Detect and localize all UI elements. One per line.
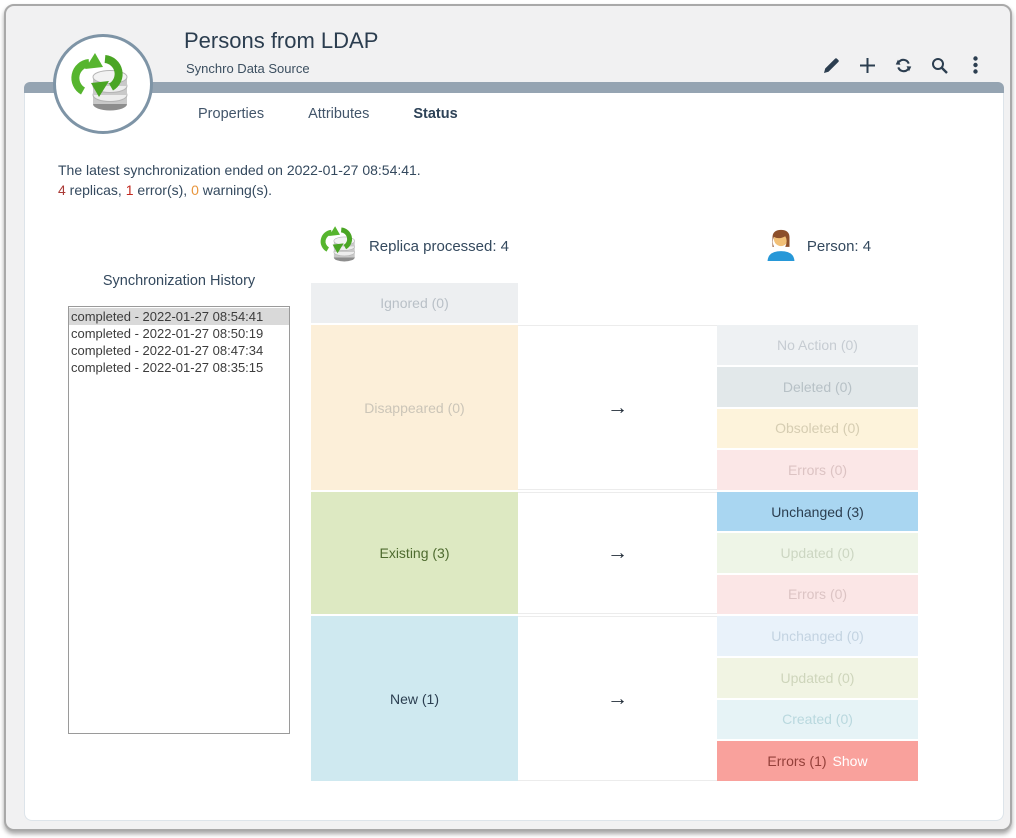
replica-disappeared-cell: Disappeared (0) [311,325,518,490]
toolbar [818,52,988,78]
page-subtitle: Synchro Data Source [186,61,310,76]
synchro-datasource-icon [70,51,136,118]
tab-bar: Properties Attributes Status [176,98,480,130]
app-window: Persons from LDAP Synchro Data Source [4,4,1012,831]
target-deleted-cell: Deleted (0) [717,367,918,407]
arrow-existing: → [518,492,717,614]
replica-ignored-cell: Ignored (0) [311,283,518,323]
replica-column-header: Replica processed: 4 [311,222,518,270]
errors-label: error(s), [134,182,192,198]
replicas-count: 4 [58,182,66,198]
target-errors-cell: Errors (1) Show [717,741,918,781]
history-listbox[interactable]: completed - 2022-01-27 08:54:41 complete… [68,306,290,734]
add-plus-icon[interactable] [854,52,880,78]
errors-count: 1 [126,182,134,198]
tab-attributes[interactable]: Attributes [286,98,391,130]
existing-targets: Unchanged (3) Updated (0) Errors (0) [717,492,918,614]
history-item[interactable]: completed - 2022-01-27 08:47:34 [69,342,289,359]
edit-pencil-icon[interactable] [818,52,844,78]
target-unchanged-cell: Unchanged (3) [717,492,918,531]
history-title: Synchronization History [68,273,290,289]
history-item[interactable]: completed - 2022-01-27 08:50:19 [69,325,289,342]
warnings-label: warning(s). [199,182,272,198]
disappeared-targets: No Action (0) Deleted (0) Obsoleted (0) … [717,325,918,490]
right-arrow-icon: → [607,687,628,711]
refresh-icon[interactable] [890,52,916,78]
target-unchanged-cell: Unchanged (0) [717,616,918,656]
search-icon[interactable] [926,52,952,78]
target-created-cell: Created (0) [717,700,918,740]
person-icon [764,224,798,268]
arrow-disappeared: → [518,325,717,490]
replica-new-cell: New (1) [311,616,518,781]
person-count-label: Person: 4 [807,238,871,255]
errors-label: Errors (1) [767,753,826,769]
replica-existing-cell: Existing (3) [311,492,518,614]
target-obsoleted-cell: Obsoleted (0) [717,409,918,449]
sync-counts-line: 4 replicas, 1 error(s), 0 warning(s). [58,182,272,198]
kebab-menu-icon[interactable] [962,52,988,78]
target-errors-cell: Errors (0) [717,575,918,614]
page: Persons from LDAP Synchro Data Source [0,0,1016,838]
target-updated-cell: Updated (0) [717,533,918,572]
tab-status[interactable]: Status [391,98,479,130]
new-targets: Unchanged (0) Updated (0) Created (0) Er… [717,616,918,781]
history-item[interactable]: completed - 2022-01-27 08:54:41 [69,308,289,325]
right-arrow-icon: → [607,396,628,420]
show-errors-link[interactable]: Show [833,753,868,769]
replica-processed-label: Replica processed: 4 [369,238,509,255]
person-column-header: Person: 4 [717,222,918,270]
target-errors-cell: Errors (0) [717,450,918,490]
arrow-new: → [518,616,717,781]
tab-properties[interactable]: Properties [176,98,286,130]
warnings-count: 0 [191,182,199,198]
replicas-label: replicas, [66,182,126,198]
sync-summary-line: The latest synchronization ended on 2022… [58,162,421,178]
avatar [53,34,153,134]
page-title: Persons from LDAP [184,28,378,54]
header-divider-bar [24,82,1004,93]
right-arrow-icon: → [607,541,628,565]
target-no-action-cell: No Action (0) [717,325,918,365]
synchro-datasource-icon [320,225,360,267]
target-updated-cell: Updated (0) [717,658,918,698]
history-item[interactable]: completed - 2022-01-27 08:35:15 [69,359,289,376]
